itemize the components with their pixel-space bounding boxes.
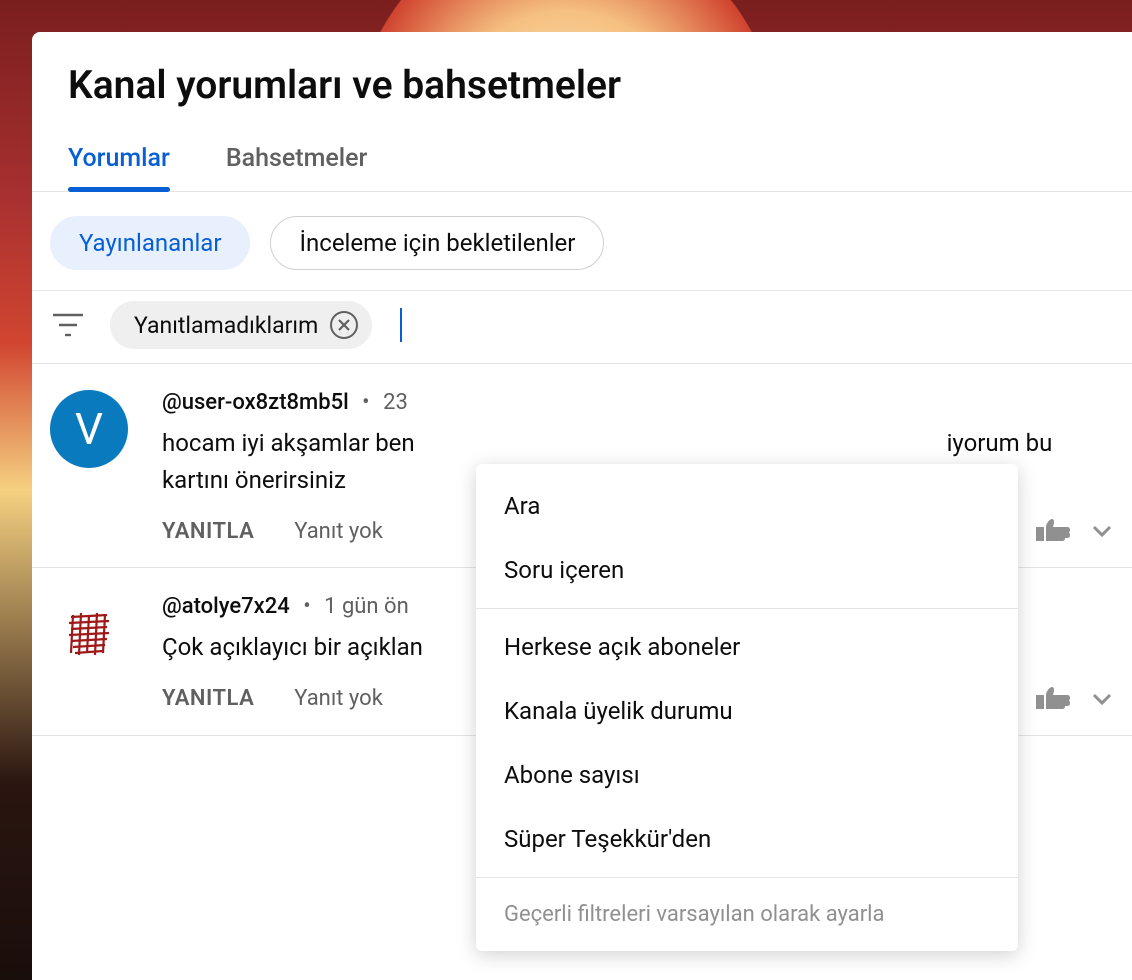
filter-input-cursor[interactable]: [400, 308, 402, 342]
chevron-down-icon[interactable]: [1090, 687, 1114, 711]
comment-time: 1 gün ön: [324, 594, 409, 619]
comment-user[interactable]: @atolye7x24: [162, 594, 290, 619]
tabs-row: Yorumlar Bahsetmeler: [32, 132, 1132, 192]
chip-published[interactable]: Yayınlananlar: [50, 216, 250, 270]
dropdown-set-default[interactable]: Geçerli filtreleri varsayılan olarak aya…: [476, 884, 1018, 941]
tab-comments[interactable]: Yorumlar: [68, 132, 170, 191]
dropdown-item-membership-status[interactable]: Kanala üyelik durumu: [476, 679, 1018, 743]
replies-meta: Yanıt yok: [294, 519, 383, 544]
filter-chip-unreplied[interactable]: Yanıtlamadıklarım: [110, 301, 372, 349]
chip-held-for-review[interactable]: İnceleme için bekletilenler: [270, 216, 604, 270]
dropdown-divider: [476, 608, 1018, 609]
row-actions: [1032, 685, 1114, 713]
dropdown-divider: [476, 877, 1018, 878]
comment-header: @user-ox8zt8mb5l • 23: [162, 390, 1114, 415]
comment-user[interactable]: @user-ox8zt8mb5l: [162, 390, 349, 415]
thumb-icon[interactable]: [1032, 517, 1078, 545]
dropdown-item-super-thanks[interactable]: Süper Teşekkür'den: [476, 807, 1018, 871]
dropdown-item-public-subscribers[interactable]: Herkese açık aboneler: [476, 615, 1018, 679]
filter-icon[interactable]: [50, 312, 86, 338]
chevron-down-icon[interactable]: [1090, 519, 1114, 543]
dropdown-item-subscriber-count[interactable]: Abone sayısı: [476, 743, 1018, 807]
filter-chip-remove-icon[interactable]: [330, 311, 358, 339]
comments-panel: Kanal yorumları ve bahsetmeler Yorumlar …: [32, 32, 1132, 980]
filter-bar: Yanıtlamadıklarım: [32, 290, 1132, 364]
filter-dropdown: Ara Soru içeren Herkese açık aboneler Ka…: [476, 464, 1018, 951]
tab-mentions[interactable]: Bahsetmeler: [226, 132, 368, 191]
comment-time: 23: [383, 390, 408, 415]
avatar[interactable]: V: [50, 390, 128, 468]
dropdown-item-search[interactable]: Ara: [476, 474, 1018, 538]
reply-button[interactable]: YANITLA: [162, 519, 254, 544]
status-chip-row: Yayınlananlar İnceleme için bekletilenle…: [32, 192, 1132, 290]
page-title: Kanal yorumları ve bahsetmeler: [32, 32, 1132, 132]
filter-chip-label: Yanıtlamadıklarım: [134, 312, 318, 339]
avatar[interactable]: [50, 594, 128, 672]
reply-button[interactable]: YANITLA: [162, 686, 254, 711]
dropdown-item-contains-question[interactable]: Soru içeren: [476, 538, 1018, 602]
replies-meta: Yanıt yok: [294, 686, 383, 711]
thumb-icon[interactable]: [1032, 685, 1078, 713]
row-actions: [1032, 517, 1114, 545]
